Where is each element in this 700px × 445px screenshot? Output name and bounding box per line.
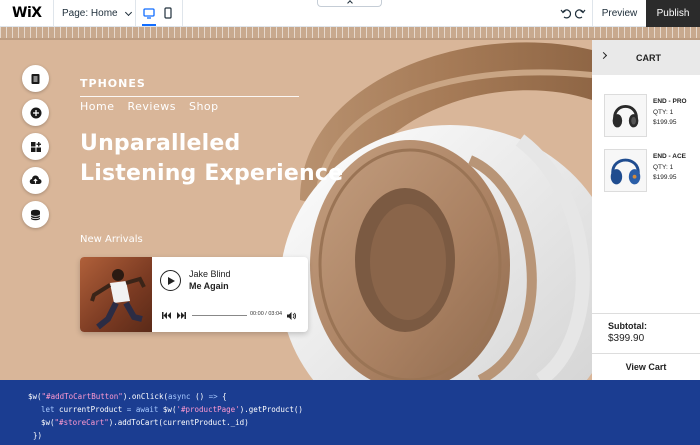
cart-item[interactable]: END - ACE QTY: 1 $199.95 — [604, 149, 700, 194]
cart-title: CART — [636, 53, 661, 63]
code-token: { — [217, 392, 227, 401]
code-token: await — [135, 405, 159, 414]
nav-home[interactable]: Home — [80, 100, 114, 113]
code-token: '#productPage' — [176, 405, 240, 414]
editor-top-bar: WiX Page: Home Preview Publish — [0, 0, 700, 27]
collapse-toolbar-tab[interactable] — [317, 0, 382, 7]
desktop-view-button[interactable] — [142, 6, 156, 20]
mobile-view-button[interactable] — [162, 6, 174, 20]
nav-shop[interactable]: Shop — [189, 100, 219, 113]
code-token: ).getProduct() — [239, 405, 303, 414]
active-device-indicator — [142, 24, 156, 26]
code-line-3: $w("#storeCart").addToCart(currentProduc… — [0, 416, 700, 429]
code-token: () — [190, 392, 209, 401]
page-selector-label: Page: Home — [62, 8, 118, 19]
media-upload-button[interactable] — [22, 167, 49, 194]
redo-icon[interactable] — [574, 7, 586, 19]
cart-header: CART — [592, 40, 700, 75]
add-elements-button[interactable] — [22, 99, 49, 126]
cart-item[interactable]: END - PRO QTY: 1 $199.95 — [604, 94, 700, 139]
code-token: async — [167, 392, 191, 401]
cart-item-price: $199.95 — [653, 119, 677, 126]
page-selector[interactable]: Page: Home — [54, 0, 134, 27]
divider — [182, 0, 183, 27]
cart-item-name: END - PRO — [653, 98, 687, 105]
cart-divider — [592, 313, 700, 314]
cart-panel: CART END - PRO QTY: 1 $199.95 END - ACE … — [592, 40, 700, 380]
hero-title-line-2: Listening Experience — [80, 161, 344, 186]
code-token: }) — [33, 431, 43, 440]
code-token: ).addToCart(currentProduct._id) — [108, 418, 249, 427]
database-icon — [30, 209, 41, 220]
cart-item-price: $199.95 — [653, 174, 677, 181]
track-name: Me Again — [189, 281, 229, 291]
code-token: let — [41, 405, 55, 414]
play-button[interactable] — [160, 270, 181, 291]
plus-icon — [30, 107, 41, 118]
product-thumbnail — [604, 149, 647, 192]
chevron-up-icon — [346, 0, 353, 6]
code-line-4: }) — [0, 429, 700, 442]
cart-item-qty: QTY: 1 — [653, 164, 674, 171]
code-token: $w( — [158, 405, 177, 414]
playback-progress-bar[interactable] — [192, 315, 247, 316]
subtotal-label: Subtotal: — [608, 321, 647, 331]
code-line-1: $w("#addToCartButton").onClick(async () … — [0, 390, 700, 403]
site-canvas[interactable]: TPHONES Home Reviews Shop Unparalleled L… — [0, 40, 592, 380]
menus-pages-button[interactable] — [22, 65, 49, 92]
publish-button[interactable]: Publish — [646, 0, 700, 27]
volume-icon[interactable] — [287, 312, 296, 320]
add-apps-button[interactable] — [22, 133, 49, 160]
preview-button[interactable]: Preview — [592, 0, 646, 27]
pages-icon — [31, 73, 40, 84]
site-nav: Home Reviews Shop — [80, 100, 219, 113]
play-icon — [168, 276, 175, 285]
undo-icon[interactable] — [560, 7, 572, 19]
view-cart-button[interactable]: View Cart — [592, 353, 700, 380]
code-token: "#addToCartButton" — [41, 392, 123, 401]
code-token: => — [208, 392, 218, 401]
apps-icon — [30, 141, 41, 152]
cloud-upload-icon — [29, 175, 42, 185]
cart-item-name: END - ACE — [653, 153, 686, 160]
code-token: currentProduct — [54, 405, 127, 414]
chevron-right-icon[interactable] — [599, 51, 608, 60]
code-token: ).onClick( — [122, 392, 168, 401]
next-track-icon[interactable] — [177, 312, 186, 319]
desktop-icon — [143, 7, 155, 19]
playback-time: 00:00 / 03:04 — [250, 311, 283, 317]
album-cover-image — [80, 257, 152, 332]
previous-track-icon[interactable] — [162, 312, 171, 319]
code-token: $w( — [41, 418, 55, 427]
hero-title-line-1: Unparalleled — [80, 131, 241, 156]
subtotal-value: $399.90 — [608, 333, 645, 344]
code-line-2: let currentProduct = await $w('#productP… — [0, 403, 700, 416]
section-label: New Arrivals — [80, 234, 143, 245]
code-token: $w( — [28, 392, 42, 401]
site-brand: TPHONES — [80, 77, 146, 90]
chevron-down-icon — [124, 8, 132, 16]
artist-name: Jake Blind — [189, 269, 231, 279]
cms-database-button[interactable] — [22, 201, 49, 228]
wix-logo: WiX — [12, 5, 42, 21]
code-token: "#storeCart" — [54, 418, 109, 427]
header-divider — [80, 96, 299, 97]
cart-item-qty: QTY: 1 — [653, 109, 674, 116]
code-panel[interactable]: $w("#addToCartButton").onClick(async () … — [0, 380, 700, 445]
nav-reviews[interactable]: Reviews — [127, 100, 175, 113]
mobile-icon — [164, 7, 172, 19]
divider — [135, 0, 136, 27]
hero-title: Unparalleled Listening Experience — [80, 129, 343, 189]
audio-player: Jake Blind Me Again 00:00 / 03:04 — [80, 257, 308, 332]
product-thumbnail — [604, 94, 647, 137]
